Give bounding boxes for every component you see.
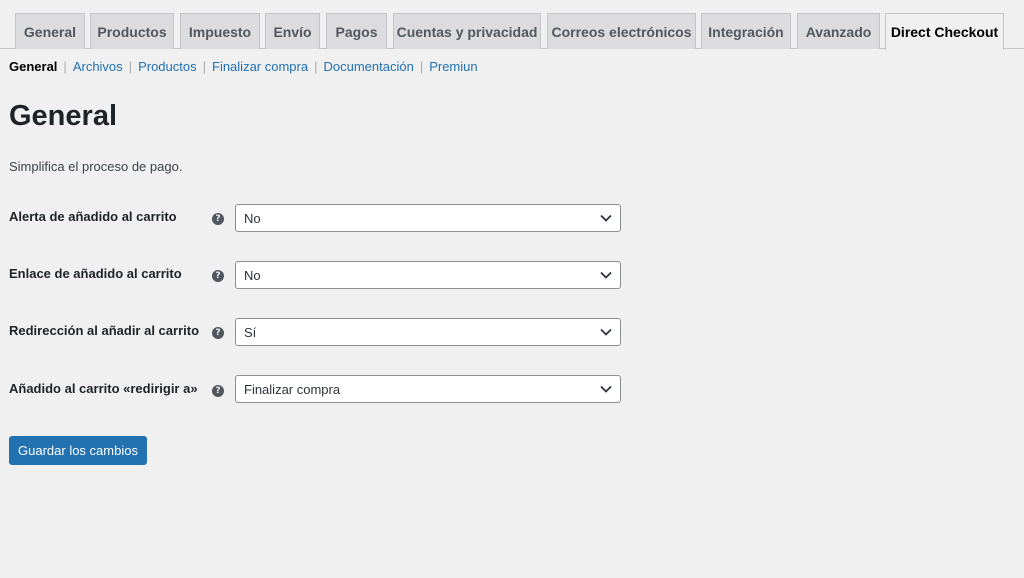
subnav-separator: | (314, 58, 318, 74)
tab-envio[interactable]: Envío (265, 13, 320, 49)
save-changes-button[interactable]: Guardar los cambios (9, 436, 147, 465)
subnav-general[interactable]: General (9, 59, 57, 74)
redirigir-a-select[interactable]: Finalizar compra (235, 375, 621, 403)
tab-pagos[interactable]: Pagos (326, 13, 387, 49)
field-label-redireccion-carrito: Redirección al añadir al carrito (9, 323, 200, 338)
subnav-premiun[interactable]: Premiun (429, 59, 477, 74)
question-circle-icon[interactable]: ? (212, 270, 224, 282)
enlace-carrito-select[interactable]: No (235, 261, 621, 289)
subnav-archivos[interactable]: Archivos (73, 59, 123, 74)
tab-correos-electronicos[interactable]: Correos electrónicos (547, 13, 696, 49)
subnav-finalizar-compra[interactable]: Finalizar compra (212, 59, 308, 74)
chevron-down-icon (600, 271, 612, 279)
select-value: Finalizar compra (244, 381, 341, 397)
tab-direct-checkout[interactable]: Direct Checkout (885, 13, 1004, 50)
chevron-down-icon (600, 385, 612, 393)
settings-tab-bar: General Productos Impuesto Envío Pagos C… (0, 0, 1024, 50)
alerta-carrito-select[interactable]: No (235, 204, 621, 232)
tab-productos[interactable]: Productos (90, 13, 174, 49)
question-circle-icon[interactable]: ? (212, 385, 224, 397)
page-description: Simplifica el proceso de pago. (9, 159, 183, 174)
subnav-documentacion[interactable]: Documentación (323, 59, 413, 74)
subnav-productos[interactable]: Productos (138, 59, 197, 74)
field-label-alerta-carrito: Alerta de añadido al carrito (9, 209, 177, 224)
field-label-redirigir-a: Añadido al carrito «redirigir a» (9, 381, 198, 396)
tab-cuentas-privacidad[interactable]: Cuentas y privacidad (393, 13, 541, 49)
subnav-separator: | (419, 58, 424, 74)
tab-general[interactable]: General (15, 13, 85, 49)
select-value: No (244, 210, 261, 226)
select-value: Sí (244, 324, 257, 340)
section-subnav: General | Archivos | Productos | Finaliz… (9, 57, 478, 75)
subnav-separator: | (202, 58, 206, 74)
select-value: No (244, 267, 261, 283)
subnav-separator: | (128, 58, 133, 74)
subnav-separator: | (63, 58, 67, 74)
question-circle-icon[interactable]: ? (212, 327, 224, 339)
chevron-down-icon (600, 214, 612, 222)
field-label-enlace-carrito: Enlace de añadido al carrito (9, 266, 182, 281)
page-title: General (9, 100, 117, 132)
redireccion-carrito-select[interactable]: Sí (235, 318, 621, 346)
chevron-down-icon (600, 328, 612, 336)
tab-impuesto[interactable]: Impuesto (180, 13, 260, 49)
tab-integracion[interactable]: Integración (701, 13, 791, 49)
tab-avanzado[interactable]: Avanzado (797, 13, 880, 49)
question-circle-icon[interactable]: ? (212, 213, 224, 225)
